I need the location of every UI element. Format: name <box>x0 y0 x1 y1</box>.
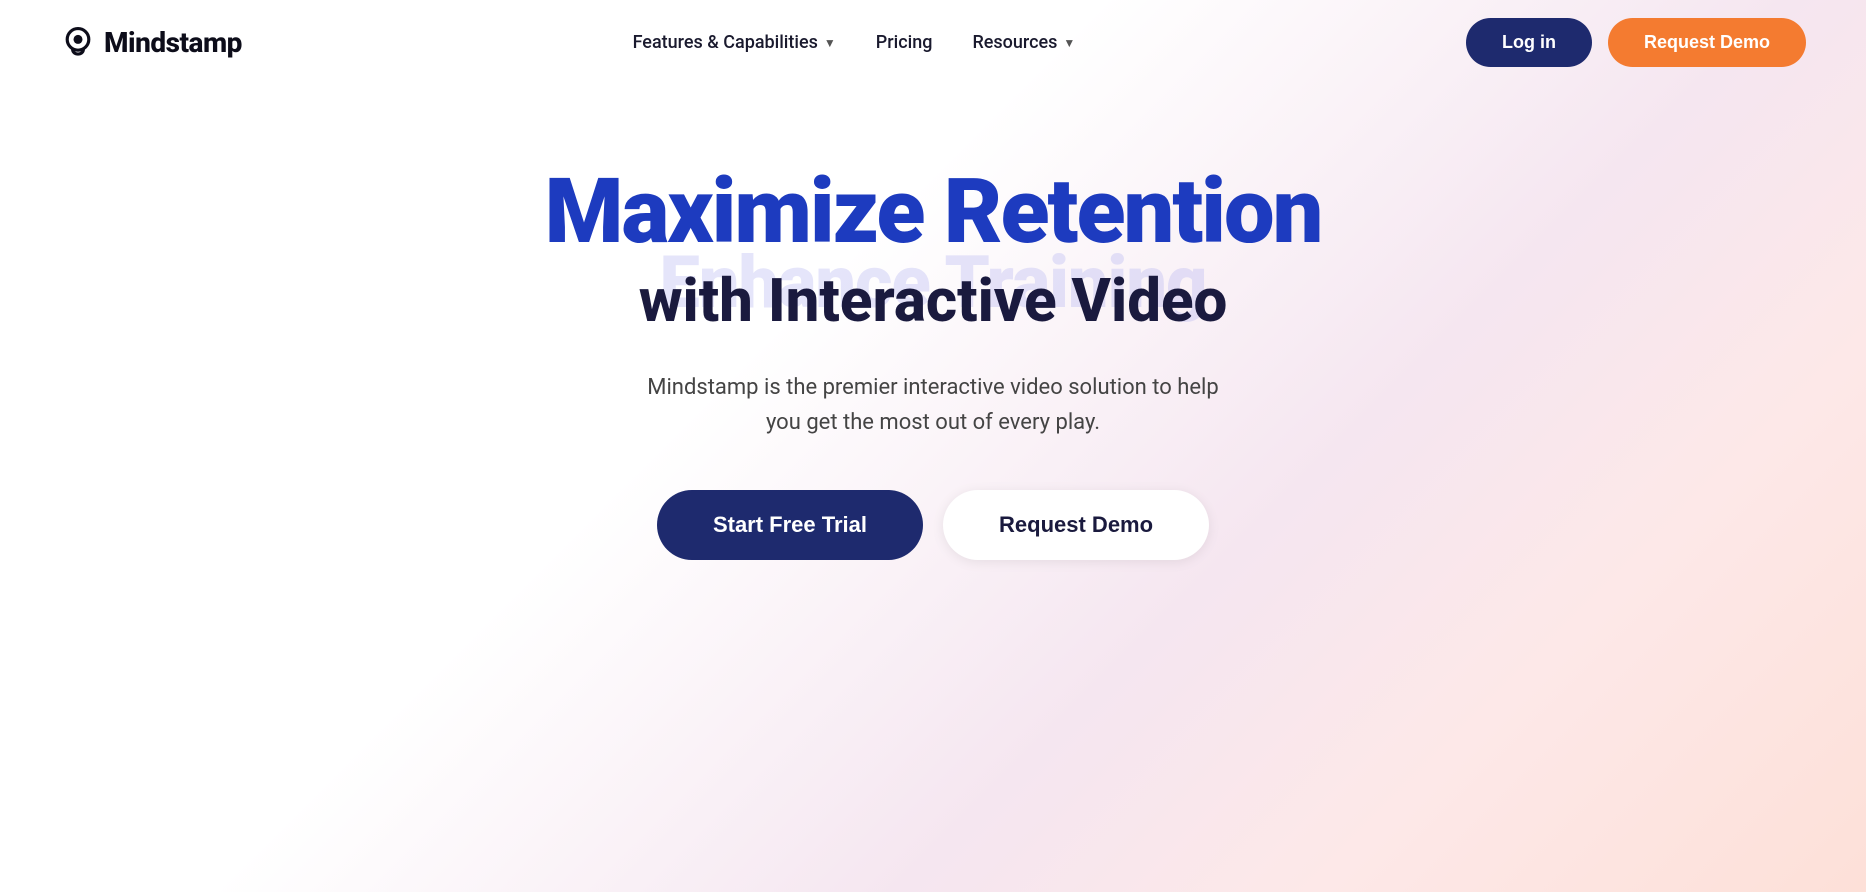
nav-links: Features & Capabilities ▼ Pricing Resour… <box>633 32 1076 53</box>
nav-item-resources[interactable]: Resources ▼ <box>972 32 1075 53</box>
hero-description: Mindstamp is the premier interactive vid… <box>633 370 1233 440</box>
hero-title-main: Maximize Retention <box>545 165 1322 260</box>
logo-text: Mindstamp <box>104 26 242 59</box>
nav-actions: Log in Request Demo <box>1466 18 1806 67</box>
request-demo-hero-button[interactable]: Request Demo <box>943 490 1209 560</box>
chevron-down-icon: ▼ <box>824 36 836 50</box>
nav-item-pricing[interactable]: Pricing <box>876 32 933 53</box>
login-button[interactable]: Log in <box>1466 18 1592 67</box>
logo[interactable]: Mindstamp <box>60 25 242 61</box>
hero-section: Maximize Retention Enhance Training with… <box>0 85 1866 640</box>
hero-buttons: Start Free Trial Request Demo <box>657 490 1209 560</box>
hero-subtitle: with Interactive Video <box>639 268 1228 334</box>
chevron-down-icon-resources: ▼ <box>1063 36 1075 50</box>
start-free-trial-button[interactable]: Start Free Trial <box>657 490 923 560</box>
navbar: Mindstamp Features & Capabilities ▼ Pric… <box>0 0 1866 85</box>
request-demo-nav-button[interactable]: Request Demo <box>1608 18 1806 67</box>
logo-icon <box>60 25 96 61</box>
nav-item-features[interactable]: Features & Capabilities ▼ <box>633 32 836 53</box>
